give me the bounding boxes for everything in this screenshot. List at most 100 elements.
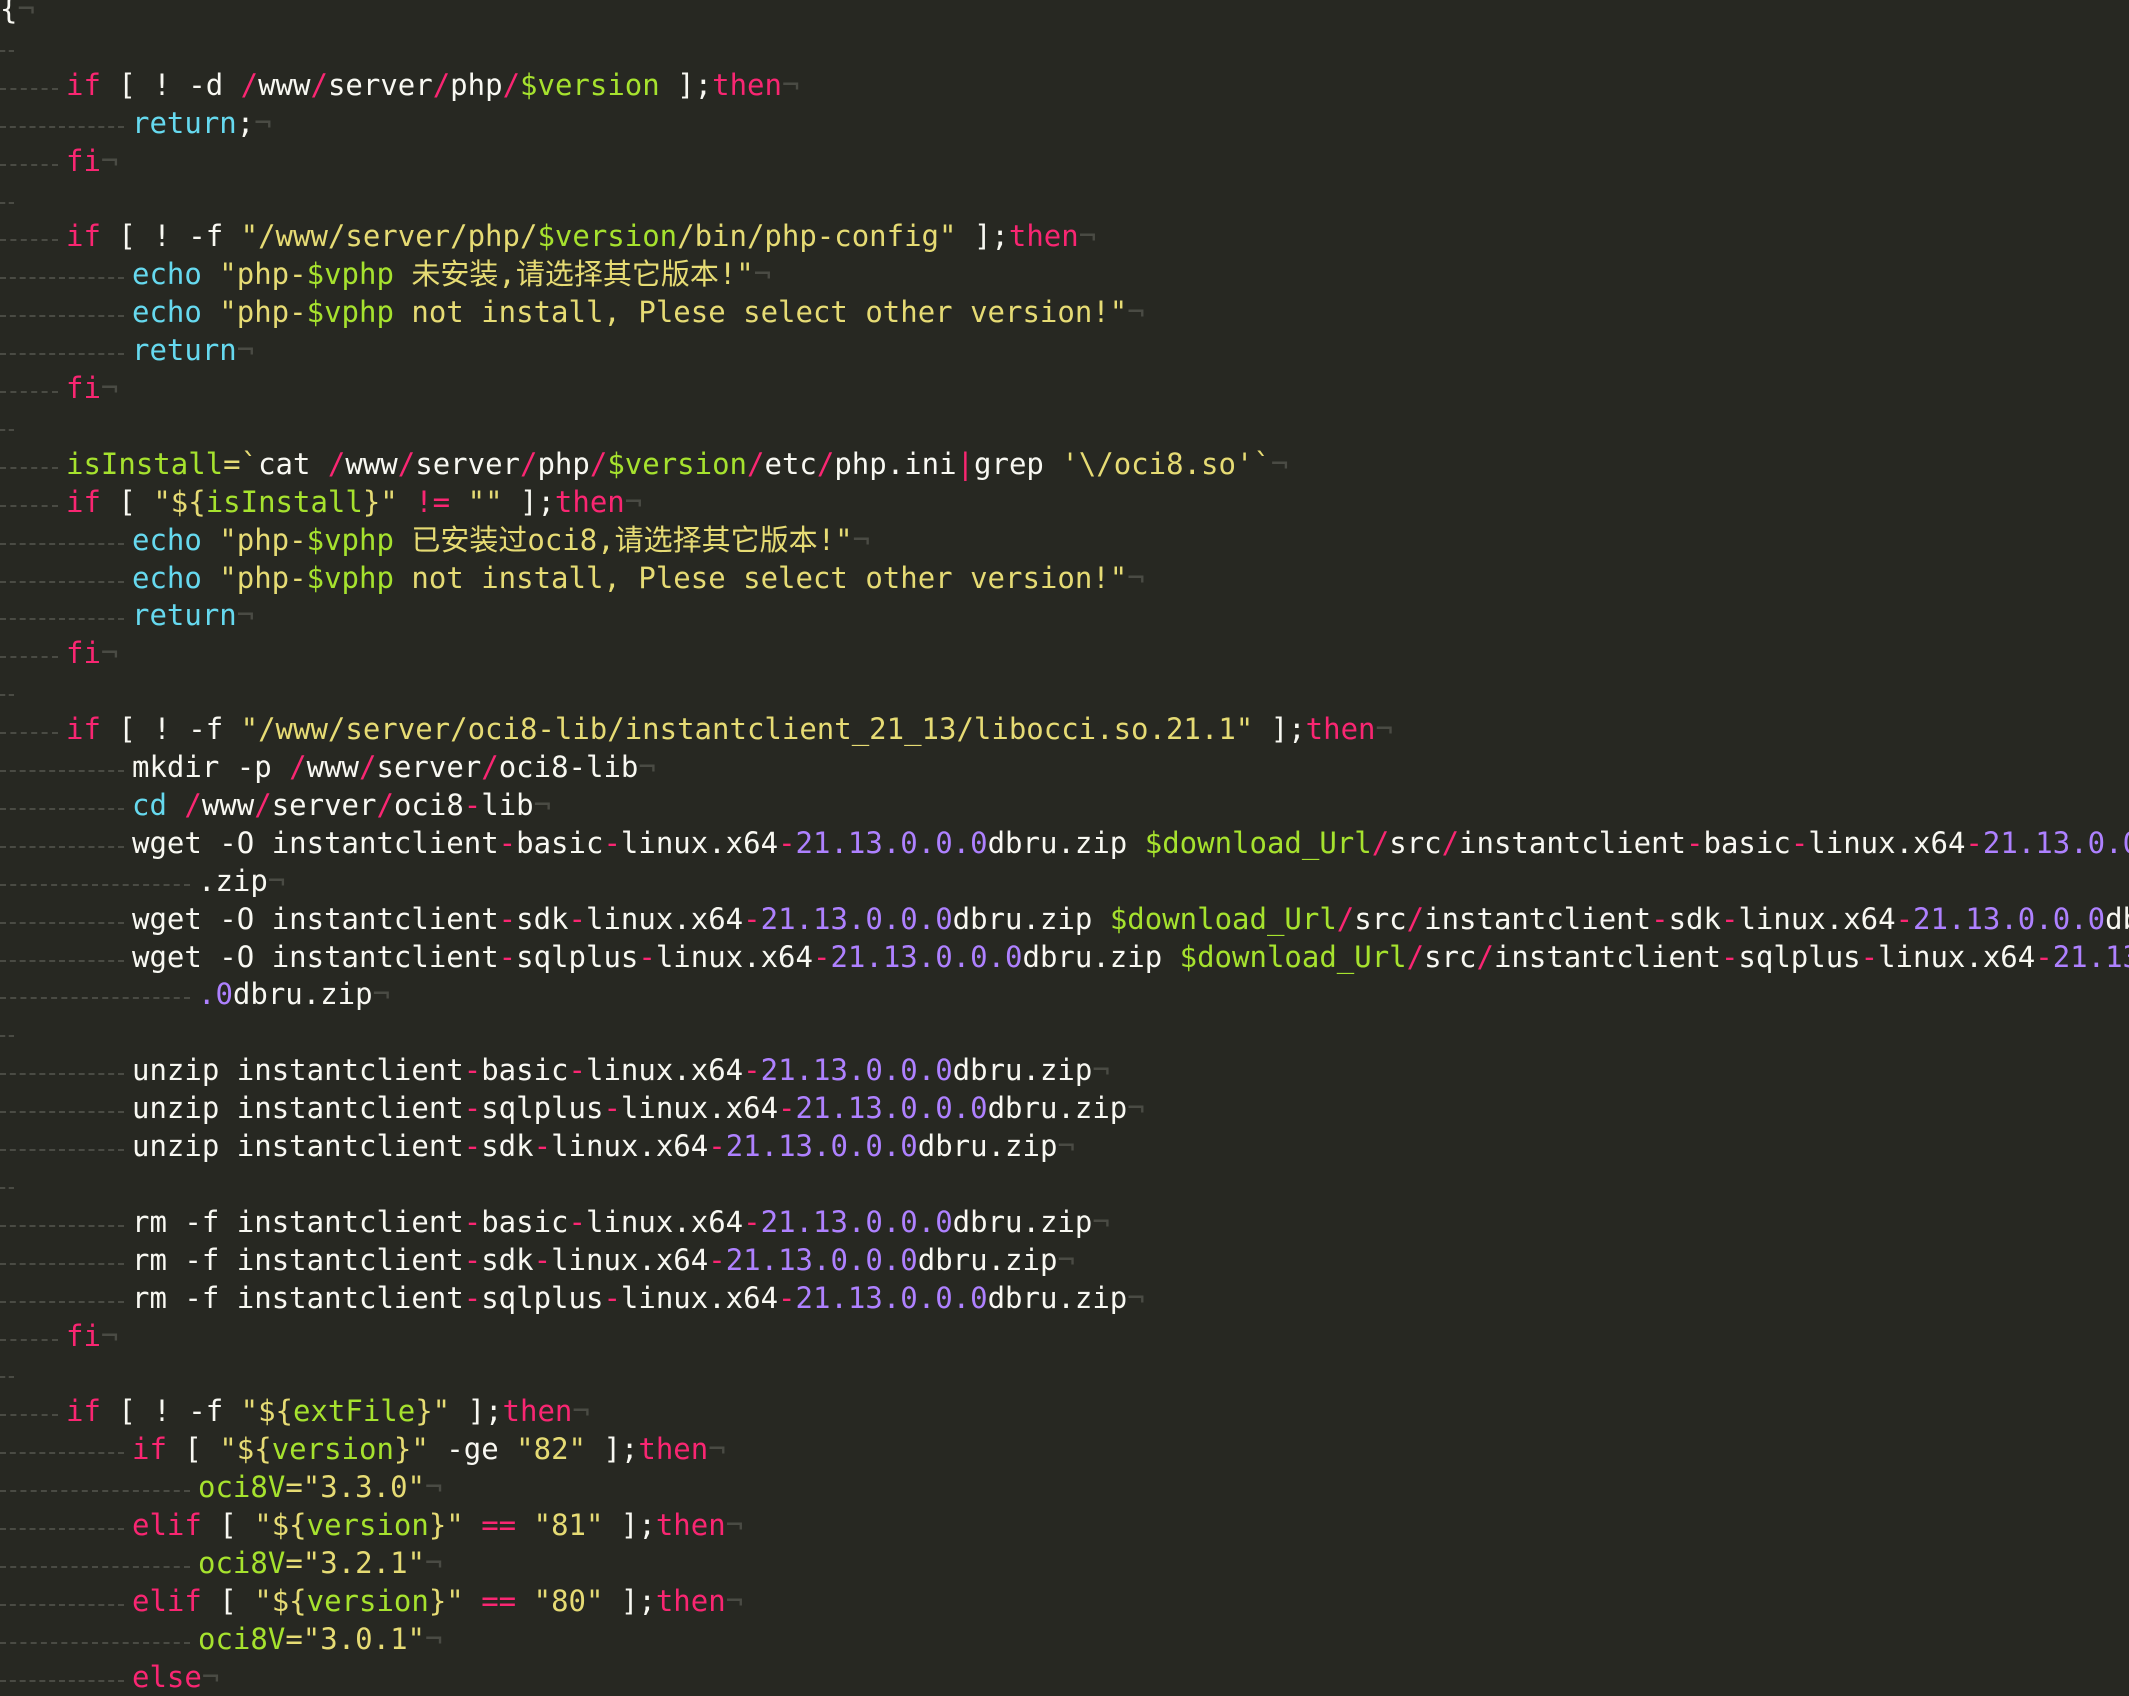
- code-token: cd: [132, 787, 167, 822]
- code-token: /: [1406, 939, 1425, 974]
- code-line[interactable]: oci8V="3.0.1"¬: [0, 1620, 2129, 1658]
- code-line[interactable]: echo "php-$vphp not install, Plese selec…: [0, 293, 2129, 331]
- code-line[interactable]: echo "php-$vphp not install, Plese selec…: [0, 559, 2129, 597]
- code-line[interactable]: [0, 180, 2129, 218]
- code-line[interactable]: oci8V="3.3.0"¬: [0, 1468, 2129, 1506]
- code-token: "${: [219, 1432, 272, 1467]
- code-token: -: [603, 825, 621, 860]
- code-token: php: [537, 446, 590, 481]
- code-line[interactable]: isInstall=`cat /www/server/php/$version/…: [0, 445, 2129, 483]
- code-token: /: [520, 446, 538, 481]
- code-token: linux.x64: [1808, 825, 1966, 860]
- code-line[interactable]: [0, 1165, 2129, 1203]
- code-line[interactable]: unzip instantclient-basic-linux.x64-21.1…: [0, 1051, 2129, 1089]
- code-line[interactable]: elif [ "${version}" == "81" ];then¬: [0, 1506, 2129, 1544]
- code-token: [ !: [100, 67, 189, 102]
- code-line[interactable]: rm -f instantclient-sqlplus-linux.x64-21…: [0, 1279, 2129, 1317]
- code-token: instantclient: [1459, 825, 1687, 860]
- code-line[interactable]: return¬: [0, 596, 2129, 634]
- code-line[interactable]: if [ "${isInstall}" != "" ];then¬: [0, 483, 2129, 521]
- code-line-content: if [ ! -f "${extFile}" ];then¬: [66, 1392, 590, 1430]
- code-token: sdk: [1668, 901, 1721, 936]
- eol-marker: ¬: [254, 105, 272, 140]
- code-line[interactable]: echo "php-$vphp 未安装,请选择其它版本!"¬: [0, 255, 2129, 293]
- code-line[interactable]: rm -f instantclient-sdk-linux.x64-21.13.…: [0, 1241, 2129, 1279]
- eol-marker: ¬: [1127, 560, 1145, 595]
- code-token: .0: [198, 977, 233, 1012]
- code-line[interactable]: else¬: [0, 1658, 2129, 1696]
- code-line[interactable]: unzip instantclient-sqlplus-linux.x64-21…: [0, 1089, 2129, 1127]
- code-line[interactable]: .0dbru.zip¬: [0, 975, 2129, 1013]
- eol-marker: ¬: [725, 1508, 744, 1542]
- code-token: if: [66, 219, 101, 254]
- code-line[interactable]: fi¬: [0, 142, 2129, 180]
- code-token: "${: [254, 1508, 307, 1542]
- code-line[interactable]: elif [ "${version}" == "80" ];then¬: [0, 1582, 2129, 1620]
- code-token: -: [743, 1053, 761, 1088]
- code-line[interactable]: [0, 1013, 2129, 1051]
- code-token: -O: [201, 939, 255, 974]
- code-token: /: [376, 787, 394, 822]
- code-line[interactable]: return;¬: [0, 104, 2129, 142]
- code-line[interactable]: fi¬: [0, 1317, 2129, 1355]
- code-line-content: oci8V="3.0.1"¬: [198, 1620, 442, 1658]
- code-line[interactable]: if [ ! -f "/www/server/php/$version/bin/…: [0, 217, 2129, 255]
- code-line[interactable]: rm -f instantclient-basic-linux.x64-21.1…: [0, 1203, 2129, 1241]
- code-token: {: [0, 0, 18, 26]
- code-token: 21.13.0.0.0: [830, 939, 1023, 974]
- code-token: !=: [397, 484, 468, 519]
- code-token: return: [132, 333, 237, 368]
- code-token: "80": [533, 1583, 604, 1618]
- eol-marker: ¬: [638, 750, 656, 784]
- code-line[interactable]: if [ "${version}" -ge "82" ];then¬: [0, 1430, 2129, 1468]
- indent-guide-dash: [0, 1603, 124, 1606]
- code-token: ];: [603, 1583, 656, 1618]
- code-line[interactable]: if [ ! -f "/www/server/oci8-lib/instantc…: [0, 710, 2129, 748]
- code-line[interactable]: [0, 407, 2129, 445]
- code-line[interactable]: .zip¬: [0, 862, 2129, 900]
- code-token: -: [1720, 939, 1739, 974]
- code-line[interactable]: [0, 28, 2129, 66]
- code-line-content: return¬: [132, 331, 254, 369]
- indent-guide-dash: [0, 883, 190, 886]
- code-token: instantclient: [254, 901, 499, 936]
- code-line[interactable]: [0, 672, 2129, 710]
- code-token: unzip: [132, 1129, 220, 1163]
- code-line[interactable]: wget -O instantclient-sqlplus-linux.x64-…: [0, 938, 2129, 976]
- code-token: -O: [201, 825, 255, 860]
- indent-guide-dash: [0, 1111, 124, 1114]
- code-line[interactable]: cd /www/server/oci8-lib¬: [0, 786, 2129, 824]
- code-token: oci8V: [198, 1545, 286, 1580]
- code-token: }": [415, 1394, 451, 1429]
- code-line[interactable]: if [ ! -f "${extFile}" ];then¬: [0, 1392, 2129, 1430]
- code-line[interactable]: oci8V="3.2.1"¬: [0, 1544, 2129, 1582]
- code-line[interactable]: wget -O instantclient-sdk-linux.x64-21.1…: [0, 900, 2129, 938]
- code-line[interactable]: echo "php-$vphp 已安装过oci8,请选择其它版本!"¬: [0, 521, 2129, 559]
- indent-guide-dash: [0, 87, 58, 90]
- code-line[interactable]: {¬: [0, 0, 2129, 28]
- indent-guide-dash: [0, 1262, 124, 1265]
- code-line-content: echo "php-$vphp 已安装过oci8,请选择其它版本!"¬: [132, 521, 870, 559]
- code-token: /: [1476, 939, 1494, 974]
- code-editor[interactable]: {¬ if [ ! -d /www/server/php/$version ];t…: [0, 0, 2129, 1696]
- code-token: basic: [481, 1204, 569, 1239]
- code-line[interactable]: mkdir -p /www/server/oci8-lib¬: [0, 748, 2129, 786]
- eol-marker: ¬: [533, 787, 552, 822]
- code-line[interactable]: return¬: [0, 331, 2129, 369]
- code-token: basic: [481, 1053, 569, 1088]
- code-token: sdk: [516, 901, 569, 936]
- code-line[interactable]: unzip instantclient-sdk-linux.x64-21.13.…: [0, 1127, 2129, 1165]
- code-line[interactable]: wget -O instantclient-basic-linux.x64-21…: [0, 824, 2129, 862]
- code-line[interactable]: [0, 1354, 2129, 1392]
- code-token: linux.x64: [586, 1053, 744, 1088]
- code-token: 21.13.0.0.0: [725, 1129, 918, 1163]
- code-line[interactable]: fi¬: [0, 369, 2129, 407]
- code-token: basic: [1703, 825, 1791, 860]
- code-token: $vphp: [306, 522, 394, 557]
- code-token: -: [498, 901, 517, 936]
- code-token: then: [1305, 712, 1376, 747]
- code-token: -: [743, 901, 761, 936]
- code-line[interactable]: fi¬: [0, 634, 2129, 672]
- code-line-content: .0dbru.zip¬: [198, 975, 390, 1013]
- code-line[interactable]: if [ ! -d /www/server/php/$version ];the…: [0, 66, 2129, 104]
